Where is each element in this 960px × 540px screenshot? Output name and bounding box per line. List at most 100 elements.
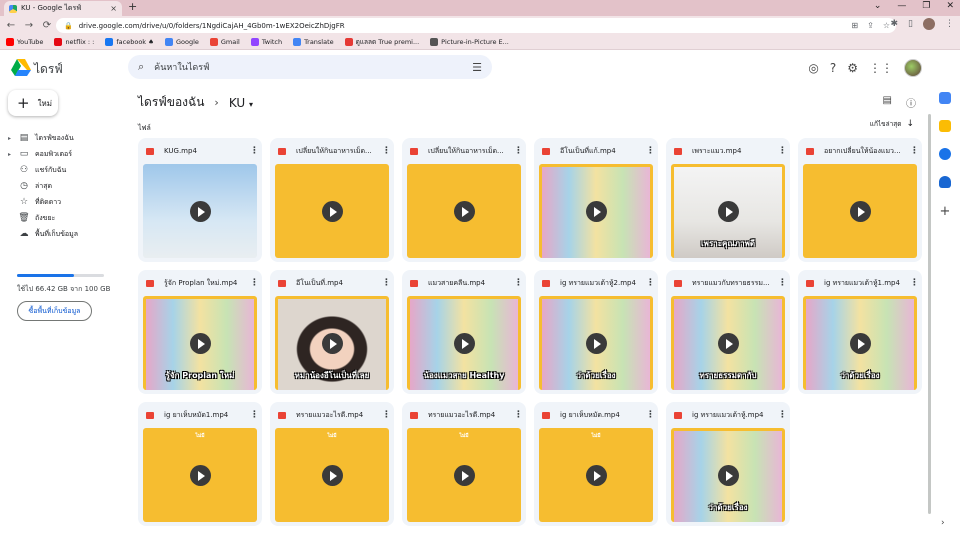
file-thumbnail[interactable] xyxy=(539,164,653,258)
bookmark-item[interactable]: netflix : : xyxy=(54,38,94,46)
drive-logo-icon[interactable] xyxy=(11,59,31,76)
bookmark-item[interactable]: Twitch xyxy=(250,38,282,46)
play-icon[interactable] xyxy=(586,465,607,486)
back-icon[interactable]: ← xyxy=(4,20,18,31)
bookmark-item[interactable]: facebook ♠ xyxy=(105,38,154,46)
sidebar-item-computer[interactable]: ▸ ▭ คอมพิวเตอร์ xyxy=(8,146,124,162)
play-icon[interactable] xyxy=(850,201,871,222)
file-thumbnail[interactable]: เพราะคุณภาพดี xyxy=(671,164,785,258)
file-thumbnail[interactable] xyxy=(143,164,257,258)
tab-search-icon[interactable]: ⌄ xyxy=(874,1,882,11)
more-actions-icon[interactable]: ⋮ xyxy=(778,146,787,156)
file-card[interactable]: ig ทรายแมวเต้าหู้1.mp4 ⋮ ว่าด้วยเรื่อง xyxy=(798,270,922,394)
play-icon[interactable] xyxy=(322,333,343,354)
minimize-icon[interactable]: — xyxy=(897,1,906,11)
search-options-icon[interactable]: ☰ xyxy=(472,61,482,74)
file-card[interactable]: ทรายแมวอะไรดี.mp4 ⋮ ไม่มี xyxy=(402,402,526,526)
search-bar[interactable]: ⌕ ค้นหาในไดรฟ์ ☰ xyxy=(128,55,492,79)
file-card[interactable]: ig ทรายแมวเต้าหู้.mp4 ⋮ ว่าด้วยเรื่อง xyxy=(666,402,790,526)
play-icon[interactable] xyxy=(718,465,739,486)
search-input[interactable]: ค้นหาในไดรฟ์ xyxy=(154,60,472,74)
sidepanel-icon[interactable]: ▯ xyxy=(908,19,913,29)
more-actions-icon[interactable]: ⋮ xyxy=(250,410,259,420)
search-icon[interactable]: ⌕ xyxy=(138,60,144,74)
more-actions-icon[interactable]: ⋮ xyxy=(250,278,259,288)
play-icon[interactable] xyxy=(586,201,607,222)
sidebar-item-star[interactable]: ☆ ที่ติดดาว xyxy=(8,194,124,210)
file-thumbnail[interactable] xyxy=(803,164,917,258)
play-icon[interactable] xyxy=(718,333,739,354)
add-addon-icon[interactable]: + xyxy=(940,204,951,219)
new-tab-button[interactable]: + xyxy=(128,0,137,13)
bookmark-item[interactable]: Translate xyxy=(293,38,334,46)
play-icon[interactable] xyxy=(322,465,343,486)
calendar-icon[interactable] xyxy=(939,92,951,104)
more-actions-icon[interactable]: ⋮ xyxy=(778,278,787,288)
bookmark-star-icon[interactable]: ☆ xyxy=(883,21,890,30)
file-card[interactable]: ทรายแมวอะไรดี.mp4 ⋮ ไม่มี xyxy=(270,402,394,526)
file-thumbnail[interactable]: ทรายธรรมดากับ xyxy=(671,296,785,390)
profile-avatar[interactable] xyxy=(923,18,935,30)
address-bar[interactable]: 🔒 drive.google.com/drive/u/0/folders/1Ng… xyxy=(56,18,896,33)
share-icon[interactable]: ⇪ xyxy=(867,21,874,30)
more-actions-icon[interactable]: ⋮ xyxy=(514,278,523,288)
play-icon[interactable] xyxy=(454,333,475,354)
file-card[interactable]: อยากเปลี่ยนให้น้องแมว... ⋮ xyxy=(798,138,922,262)
bookmark-item[interactable]: ดูแลลด True premi... xyxy=(344,37,419,47)
maximize-icon[interactable]: ❐ xyxy=(922,1,930,11)
file-thumbnail[interactable] xyxy=(407,164,521,258)
menu-icon[interactable]: ⋮ xyxy=(945,19,954,29)
play-icon[interactable] xyxy=(454,465,475,486)
expand-caret-icon[interactable]: ▸ xyxy=(8,135,16,142)
play-icon[interactable] xyxy=(190,465,211,486)
more-actions-icon[interactable]: ⋮ xyxy=(514,410,523,420)
file-thumbnail[interactable]: ว่าด้วยเรื่อง xyxy=(803,296,917,390)
details-info-icon[interactable]: ⓘ xyxy=(906,95,916,110)
play-icon[interactable] xyxy=(322,201,343,222)
file-thumbnail[interactable]: ไม่มี xyxy=(407,428,521,522)
more-actions-icon[interactable]: ⋮ xyxy=(382,146,391,156)
help-icon[interactable]: ? xyxy=(830,61,836,75)
file-thumbnail[interactable]: ไม่มี xyxy=(275,428,389,522)
account-avatar[interactable] xyxy=(904,59,922,77)
keep-icon[interactable] xyxy=(939,120,951,132)
more-actions-icon[interactable]: ⋮ xyxy=(646,410,655,420)
apps-grid-icon[interactable]: ⋮⋮ xyxy=(869,61,893,75)
play-icon[interactable] xyxy=(190,333,211,354)
more-actions-icon[interactable]: ⋮ xyxy=(646,278,655,288)
reload-icon[interactable]: ⟳ xyxy=(40,20,54,31)
bookmark-item[interactable]: YouTube xyxy=(6,38,43,46)
file-thumbnail[interactable]: รู้จัก Proplan ใหม่ xyxy=(143,296,257,390)
file-card[interactable]: เปลี่ยนให้กินอาหารเม็ด... ⋮ xyxy=(402,138,526,262)
more-actions-icon[interactable]: ⋮ xyxy=(514,146,523,156)
sort-direction-icon[interactable]: ↓ xyxy=(906,119,914,129)
extensions-icon[interactable]: ✱ xyxy=(891,19,899,29)
play-icon[interactable] xyxy=(718,201,739,222)
file-card[interactable]: ทรายแมวกับทรายธรรม... ⋮ ทรายธรรมดากับ xyxy=(666,270,790,394)
more-actions-icon[interactable]: ⋮ xyxy=(382,278,391,288)
file-thumbnail[interactable]: ไม่มี xyxy=(143,428,257,522)
more-actions-icon[interactable]: ⋮ xyxy=(250,146,259,156)
sidebar-item-trash[interactable]: 🗑 ถังขยะ xyxy=(8,210,124,226)
file-card[interactable]: ig ทรายแมวเต้าหู้2.mp4 ⋮ ว่าด้วยเรื่อง xyxy=(534,270,658,394)
close-window-icon[interactable]: ✕ xyxy=(946,1,954,11)
expand-panel-icon[interactable]: › xyxy=(941,518,945,528)
file-card[interactable]: รู้จัก Proplan ใหม่.mp4 ⋮ รู้จัก Proplan ใ… xyxy=(138,270,262,394)
file-thumbnail[interactable] xyxy=(275,164,389,258)
url-text[interactable]: drive.google.com/drive/u/0/folders/1Ngdi… xyxy=(79,22,852,30)
contacts-icon[interactable] xyxy=(939,176,951,188)
lock-icon[interactable]: 🔒 xyxy=(64,22,73,30)
new-button[interactable]: + ใหม่ xyxy=(8,90,58,116)
install-icon[interactable]: ⊞ xyxy=(851,21,858,30)
file-thumbnail[interactable]: ไม่มี xyxy=(539,428,653,522)
breadcrumb-current-folder[interactable]: KU ▾ xyxy=(229,96,253,110)
bookmark-item[interactable]: Google xyxy=(164,38,199,46)
file-card[interactable]: KUG.mp4 ⋮ xyxy=(138,138,262,262)
sidebar-item-shared[interactable]: ⚇ แชร์กับฉัน xyxy=(8,162,124,178)
play-icon[interactable] xyxy=(190,201,211,222)
list-view-icon[interactable]: ▤ xyxy=(883,95,892,110)
buy-storage-button[interactable]: ซื้อพื้นที่เก็บข้อมูล xyxy=(17,301,92,321)
offline-status-icon[interactable]: ◎ xyxy=(808,61,818,75)
expand-caret-icon[interactable]: ▸ xyxy=(8,151,16,158)
more-actions-icon[interactable]: ⋮ xyxy=(646,146,655,156)
